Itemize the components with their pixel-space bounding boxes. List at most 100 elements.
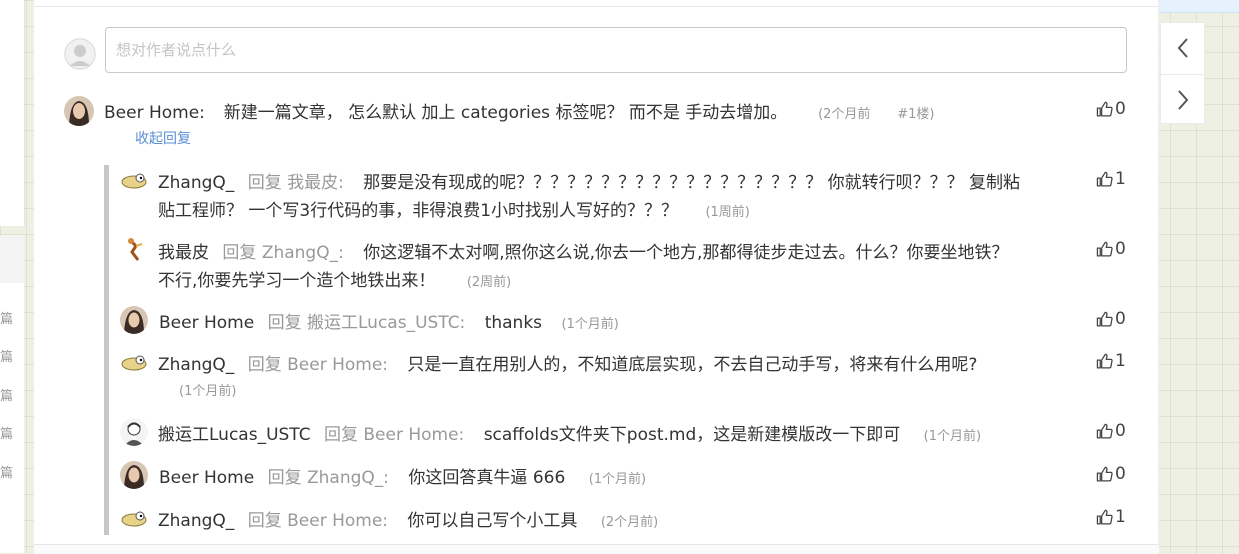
like-count: 1 — [1115, 507, 1126, 527]
reply-body-continued: 贴工程师？ 一个写3行代码的事，非得浪费1小时找别人写好的？？？ — [158, 201, 679, 221]
reply-username[interactable]: 我最皮 — [158, 243, 209, 263]
like-count: 0 — [1115, 421, 1126, 441]
main-comment: Beer Home: 新建一篇文章， 怎么默认 加上 categories 标签… — [104, 98, 934, 123]
reply-body: 只是一直在用别人的，不知道底层实现，不去自己动手写，将来有什么用呢? — [407, 355, 978, 375]
reply-body: scaffolds文件夹下post.md，这是新建模版改一下即可 — [483, 425, 901, 445]
reply-line: 搬运工Lucas_USTC 回复 Beer Home: scaffolds文件夹… — [158, 420, 981, 445]
reply-line: Beer Home 回复 搬运工Lucas_USTC: thanks (1个月前… — [159, 308, 619, 333]
reply-username[interactable]: ZhangQ_ — [158, 173, 234, 193]
left-sidebar-item[interactable]: 篇 — [0, 462, 13, 481]
like-count: 0 — [1115, 309, 1126, 329]
reply-label: 回复 — [222, 243, 257, 263]
reply-label: 回复 — [323, 425, 358, 445]
reply-label: 回复 — [267, 313, 302, 333]
comment-floor: #1楼) — [897, 107, 935, 122]
like-count: 0 — [1115, 99, 1126, 119]
avatar[interactable] — [120, 306, 148, 334]
article-nav-panel — [1160, 22, 1205, 124]
thumbs-up-icon — [1096, 101, 1113, 117]
reply-label: 回复 — [267, 468, 302, 488]
reply-body: thanks — [484, 313, 543, 333]
left-sidebar-top — [0, 0, 25, 226]
thumbs-up-icon — [1096, 509, 1113, 525]
reply-username[interactable]: Beer Home — [159, 313, 254, 333]
avatar[interactable] — [64, 96, 94, 126]
like-button[interactable]: 0 — [1096, 239, 1126, 259]
chevron-left-icon — [1177, 38, 1188, 58]
like-button[interactable]: 0 — [1096, 421, 1126, 441]
chevron-right-icon — [1178, 90, 1189, 110]
reply-body: 你这回答真牛逼 666 — [408, 468, 566, 488]
left-sidebar-item[interactable]: 篇 — [0, 346, 13, 365]
like-count: 0 — [1115, 239, 1126, 259]
thumbs-up-icon — [1096, 241, 1113, 257]
replies-thread-bar — [104, 165, 109, 535]
reply-target[interactable]: Beer Home: — [287, 355, 388, 375]
reply-target[interactable]: 我最皮: — [287, 173, 344, 193]
thumbs-up-icon — [1096, 311, 1113, 327]
comment-time: (2个月前 — [818, 107, 871, 122]
reply-body: 你可以自己写个小工具 — [407, 511, 578, 531]
comment-input[interactable] — [105, 27, 1127, 73]
thumbs-up-icon — [1096, 423, 1113, 439]
like-button[interactable]: 1 — [1096, 507, 1126, 527]
reply-time: (2周前) — [466, 275, 512, 290]
like-button[interactable]: 0 — [1096, 309, 1126, 329]
comment-section: Beer Home: 新建一篇文章， 怎么默认 加上 categories 标签… — [34, 0, 1159, 544]
reply-line-continued: (1个月前) — [179, 380, 236, 400]
comment-body: 新建一篇文章， 怎么默认 加上 categories 标签呢？ 而不是 手动去增… — [223, 103, 788, 123]
reply-target[interactable]: ZhangQ_: — [262, 243, 344, 263]
reply-username[interactable]: Beer Home — [159, 468, 254, 488]
like-count: 0 — [1115, 464, 1126, 484]
reply-line: ZhangQ_ 回复 Beer Home: 你可以自己写个小工具 (2个月前) — [158, 506, 658, 531]
reply-label: 回复 — [247, 511, 282, 531]
next-article-button[interactable] — [1161, 75, 1205, 125]
reply-label: 回复 — [247, 173, 282, 193]
reply-time: (1个月前) — [179, 384, 237, 399]
left-sidebar-item[interactable]: 篇 — [0, 423, 13, 442]
like-count: 1 — [1115, 169, 1126, 189]
left-sidebar-item[interactable]: 篇 — [0, 308, 13, 327]
avatar[interactable] — [120, 236, 148, 264]
like-button[interactable]: 0 — [1096, 99, 1126, 119]
reply-time: (1个月前) — [588, 472, 647, 487]
thumbs-up-icon — [1096, 353, 1113, 369]
like-button[interactable]: 1 — [1096, 351, 1126, 371]
reply-line: ZhangQ_ 回复 Beer Home: 只是一直在用别人的，不知道底层实现，… — [158, 350, 977, 375]
like-button[interactable]: 1 — [1096, 169, 1126, 189]
thumbs-up-icon — [1096, 466, 1113, 482]
prev-article-button[interactable] — [1161, 23, 1205, 73]
like-count: 1 — [1115, 351, 1126, 371]
current-user-avatar — [64, 38, 96, 70]
reply-line-continued: 不行,你要先学习一个造个地铁出来！ (2周前) — [158, 266, 511, 291]
reply-target[interactable]: Beer Home: — [287, 511, 388, 531]
reply-line: ZhangQ_ 回复 我最皮: 那要是没有现成的呢？？？？？？？？？？？？？？？… — [158, 168, 1020, 193]
reply-username[interactable]: ZhangQ_ — [158, 355, 234, 375]
reply-time: (1周前) — [705, 205, 750, 220]
reply-line: Beer Home 回复 ZhangQ_: 你这回答真牛逼 666 (1个月前) — [159, 463, 646, 488]
reply-time: (1个月前) — [561, 317, 619, 332]
comment-username[interactable]: Beer Home: — [104, 103, 205, 123]
reply-username[interactable]: 搬运工Lucas_USTC — [158, 425, 311, 445]
avatar[interactable] — [120, 166, 148, 194]
avatar[interactable] — [120, 348, 148, 376]
like-button[interactable]: 0 — [1096, 464, 1126, 484]
collapse-replies-link[interactable]: 收起回复 — [135, 128, 191, 148]
reply-line-continued: 贴工程师？ 一个写3行代码的事，非得浪费1小时找别人写好的？？？ (1周前) — [158, 196, 750, 221]
reply-target[interactable]: Beer Home: — [363, 425, 464, 445]
avatar[interactable] — [120, 418, 148, 446]
left-sidebar-item[interactable]: 篇 — [0, 385, 13, 404]
avatar[interactable] — [120, 461, 148, 489]
thumbs-up-icon — [1096, 171, 1113, 187]
reply-label: 回复 — [247, 355, 282, 375]
reply-time: (1个月前) — [923, 429, 982, 444]
reply-body-continued: 不行,你要先学习一个造个地铁出来！ — [158, 271, 436, 291]
reply-target[interactable]: ZhangQ_: — [307, 468, 389, 488]
reply-body: 你这逻辑不太对啊,照你这么说,你去一个地方,那都得徒步走过去。什么？你要坐地铁？ — [363, 243, 1009, 263]
avatar[interactable] — [120, 504, 148, 532]
reply-time: (2个月前) — [600, 515, 659, 530]
reply-username[interactable]: ZhangQ_ — [158, 511, 234, 531]
reply-target[interactable]: 搬运工Lucas_USTC: — [307, 313, 465, 333]
reply-line: 我最皮 回复 ZhangQ_: 你这逻辑不太对啊,照你这么说,你去一个地方,那都… — [158, 238, 1008, 263]
reply-body: 那要是没有现成的呢？？？？？？？？？？？？？？？？？？ 你就转行呗？？？ 复制粘 — [363, 173, 1021, 193]
